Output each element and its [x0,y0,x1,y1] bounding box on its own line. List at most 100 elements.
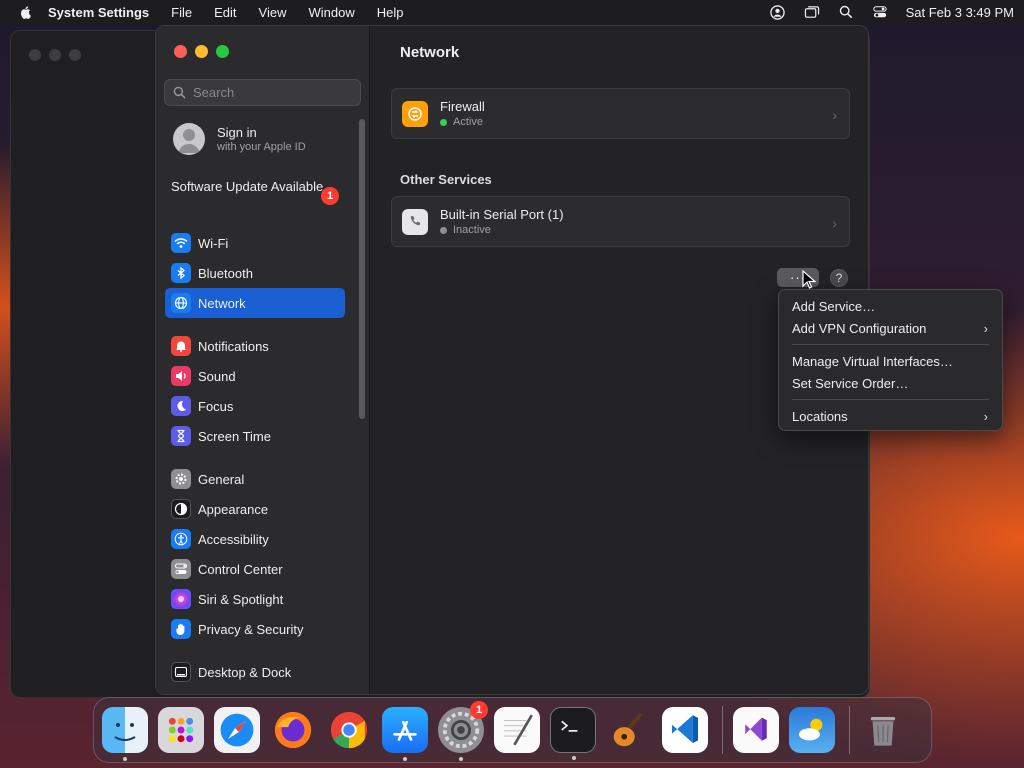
bell-icon [171,336,191,356]
zoom-button[interactable] [216,45,229,58]
bluetooth-icon [171,263,191,283]
window-switcher-icon[interactable] [804,4,820,20]
sidebar-item-bluetooth[interactable]: Bluetooth [165,258,345,288]
sidebar-item-label: General [198,471,245,487]
sidebar-item-sound[interactable]: Sound [165,361,345,391]
trash-icon[interactable] [860,707,906,753]
menu-file[interactable]: File [171,5,192,20]
sidebar-item-appearance[interactable]: Appearance [165,494,345,524]
firewall-label: Firewall [440,99,485,114]
sidebar-item-label: Desktop & Dock [198,664,292,680]
chevron-right-icon: › [983,320,988,336]
sidebar-item-siri-spotlight[interactable]: Siri & Spotlight [165,584,345,614]
textedit-icon[interactable] [494,707,540,753]
menu-view[interactable]: View [259,5,287,20]
system-settings-badge: 1 [470,701,488,719]
dock-separator [722,706,723,754]
finder-icon[interactable] [102,707,148,761]
hand-icon [171,619,191,639]
sidebar-item-label: Control Center [198,561,283,577]
status-dot-inactive [440,226,447,234]
window-controls [174,45,229,58]
sidebar-item-label: Sound [198,368,236,384]
hourglass-icon [171,426,191,446]
garageband-icon[interactable] [606,707,652,753]
apple-menu-icon[interactable] [18,4,34,20]
close-button[interactable] [174,45,187,58]
user-account-icon[interactable] [770,4,786,20]
avatar [173,123,205,155]
sidebar-item-focus[interactable]: Focus [165,391,345,421]
weather-icon[interactable] [789,707,835,753]
search-field[interactable] [164,79,361,106]
sidebar-item-label: Wi-Fi [198,235,229,251]
chrome-icon[interactable] [326,707,372,753]
menu-help[interactable]: Help [377,5,404,20]
sidebar-item-privacy-security[interactable]: Privacy & Security [165,614,345,644]
sidebar-item-label: Screen Time [198,428,271,444]
help-button[interactable]: ? [830,269,848,287]
sidebar-item-network[interactable]: Network [165,288,345,318]
menu-item-manage-virtual-interfaces[interactable]: Manage Virtual Interfaces… [779,350,1002,372]
search-input[interactable] [193,85,353,100]
system-settings-icon[interactable]: 1 [438,701,488,761]
menu-clock[interactable]: Sat Feb 3 3:49 PM [906,5,1014,20]
sidebar-item-label: Notifications [198,338,269,354]
sidebar-item-general[interactable]: General [165,464,345,494]
sidebar-item-wifi[interactable]: Wi-Fi [165,228,345,258]
sidebar-item-desktop-dock[interactable]: Desktop & Dock [165,657,345,687]
sidebar-item-label: Network [198,295,246,311]
sidebar-item-accessibility[interactable]: Accessibility [165,524,345,554]
vscode-icon[interactable] [662,707,708,753]
sidebar-item-label: Accessibility [198,531,269,547]
signin-subtitle: with your Apple ID [217,141,306,153]
menu-item-add-service[interactable]: Add Service… [779,295,1002,317]
menu-window[interactable]: Window [308,5,354,20]
apple-id-signin[interactable]: Sign in with your Apple ID [173,123,306,155]
menu-app-name[interactable]: System Settings [48,5,149,20]
globe-icon [171,293,191,313]
sidebar-item-screen-time[interactable]: Screen Time [165,421,345,451]
actions-dropdown-menu: Add Service… Add VPN Configuration › Mana… [778,289,1003,431]
launchpad-icon[interactable] [158,707,204,753]
chevron-right-icon: › [832,215,837,231]
firewall-icon [402,100,428,127]
firewall-status: Active [453,116,483,128]
chevron-right-icon: › [983,408,988,424]
menu-item-set-service-order[interactable]: Set Service Order… [779,372,1002,394]
sidebar-item-label: Privacy & Security [198,621,304,637]
dock-separator [849,706,850,754]
phone-icon [402,208,428,235]
speaker-icon [171,366,191,386]
safari-icon[interactable] [214,707,260,753]
visual-studio-icon[interactable] [733,707,779,753]
sidebar-item-control-center[interactable]: Control Center [165,554,345,584]
appearance-icon [171,499,191,519]
sidebar-scrollbar[interactable] [359,119,365,419]
sidebar-item-label: Appearance [198,501,269,517]
app-store-icon[interactable] [382,707,428,761]
spotlight-search-icon[interactable] [838,4,854,20]
menu-item-locations[interactable]: Locations › [779,405,1002,427]
signin-title: Sign in [217,125,257,140]
chevron-right-icon: › [832,107,837,123]
sidebar-item-notifications[interactable]: Notifications [165,331,345,361]
menu-item-add-vpn[interactable]: Add VPN Configuration › [779,317,1002,339]
serial-port-row[interactable]: Built-in Serial Port (1) Inactive › [391,196,850,247]
software-update-item[interactable]: Software Update Available [171,179,341,195]
dock: 1 [93,697,932,763]
firewall-row[interactable]: Firewall Active › [391,88,850,139]
dock-icon [171,662,191,682]
menu-separator [792,344,989,345]
control-center-icon[interactable] [872,4,888,20]
firefox-icon[interactable] [270,707,316,753]
moon-icon [171,396,191,416]
wifi-icon [171,233,191,253]
menu-edit[interactable]: Edit [214,5,236,20]
background-window-controls [29,49,81,61]
minimize-button[interactable] [195,45,208,58]
search-icon [173,86,187,100]
terminal-icon[interactable] [550,707,596,760]
control-center-icon [171,559,191,579]
serial-port-status: Inactive [453,224,491,236]
